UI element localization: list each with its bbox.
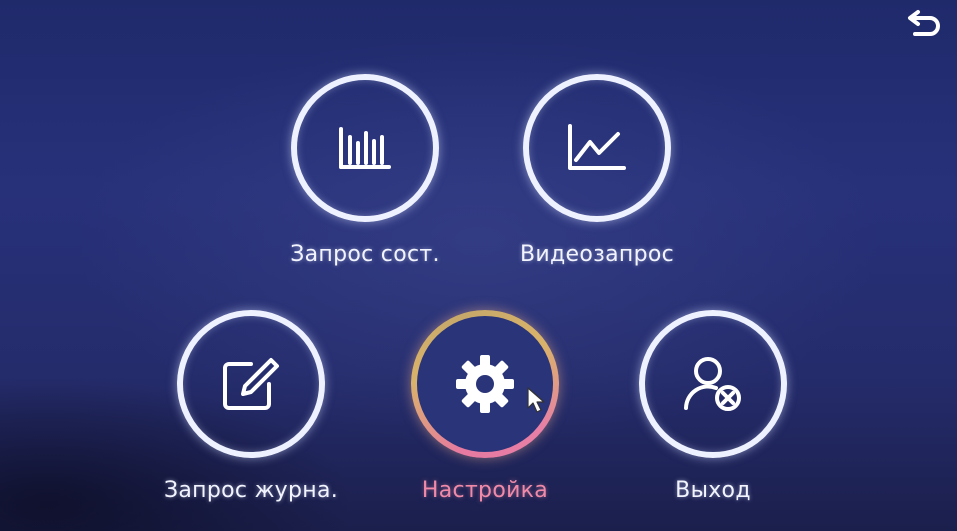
return-arrow-icon [906,5,944,39]
video-query-ring [523,74,671,222]
exit-button[interactable]: Выход [638,310,788,503]
exit-label: Выход [675,478,751,503]
bar-chart-icon [337,125,393,171]
main-menu-screen: Запрос сост. Видеозапрос Запрос журна. Н… [0,0,957,531]
video-query-button[interactable]: Видеозапрос [520,74,674,267]
exit-ring [639,310,787,458]
settings-ring [411,310,559,458]
edit-note-icon [221,356,281,412]
back-button[interactable] [904,4,946,40]
gear-icon [454,353,516,415]
settings-label: Настройка [421,478,549,503]
line-chart-icon [566,122,628,174]
status-query-ring [291,74,439,222]
status-query-button[interactable]: Запрос сост. [290,74,440,267]
settings-button[interactable]: Настройка [410,310,560,503]
log-query-ring [177,310,325,458]
log-query-button[interactable]: Запрос журна. [163,310,339,503]
user-remove-icon [682,354,744,414]
status-query-label: Запрос сост. [290,242,440,267]
video-query-label: Видеозапрос [520,242,674,267]
log-query-label: Запрос журна. [163,478,339,503]
